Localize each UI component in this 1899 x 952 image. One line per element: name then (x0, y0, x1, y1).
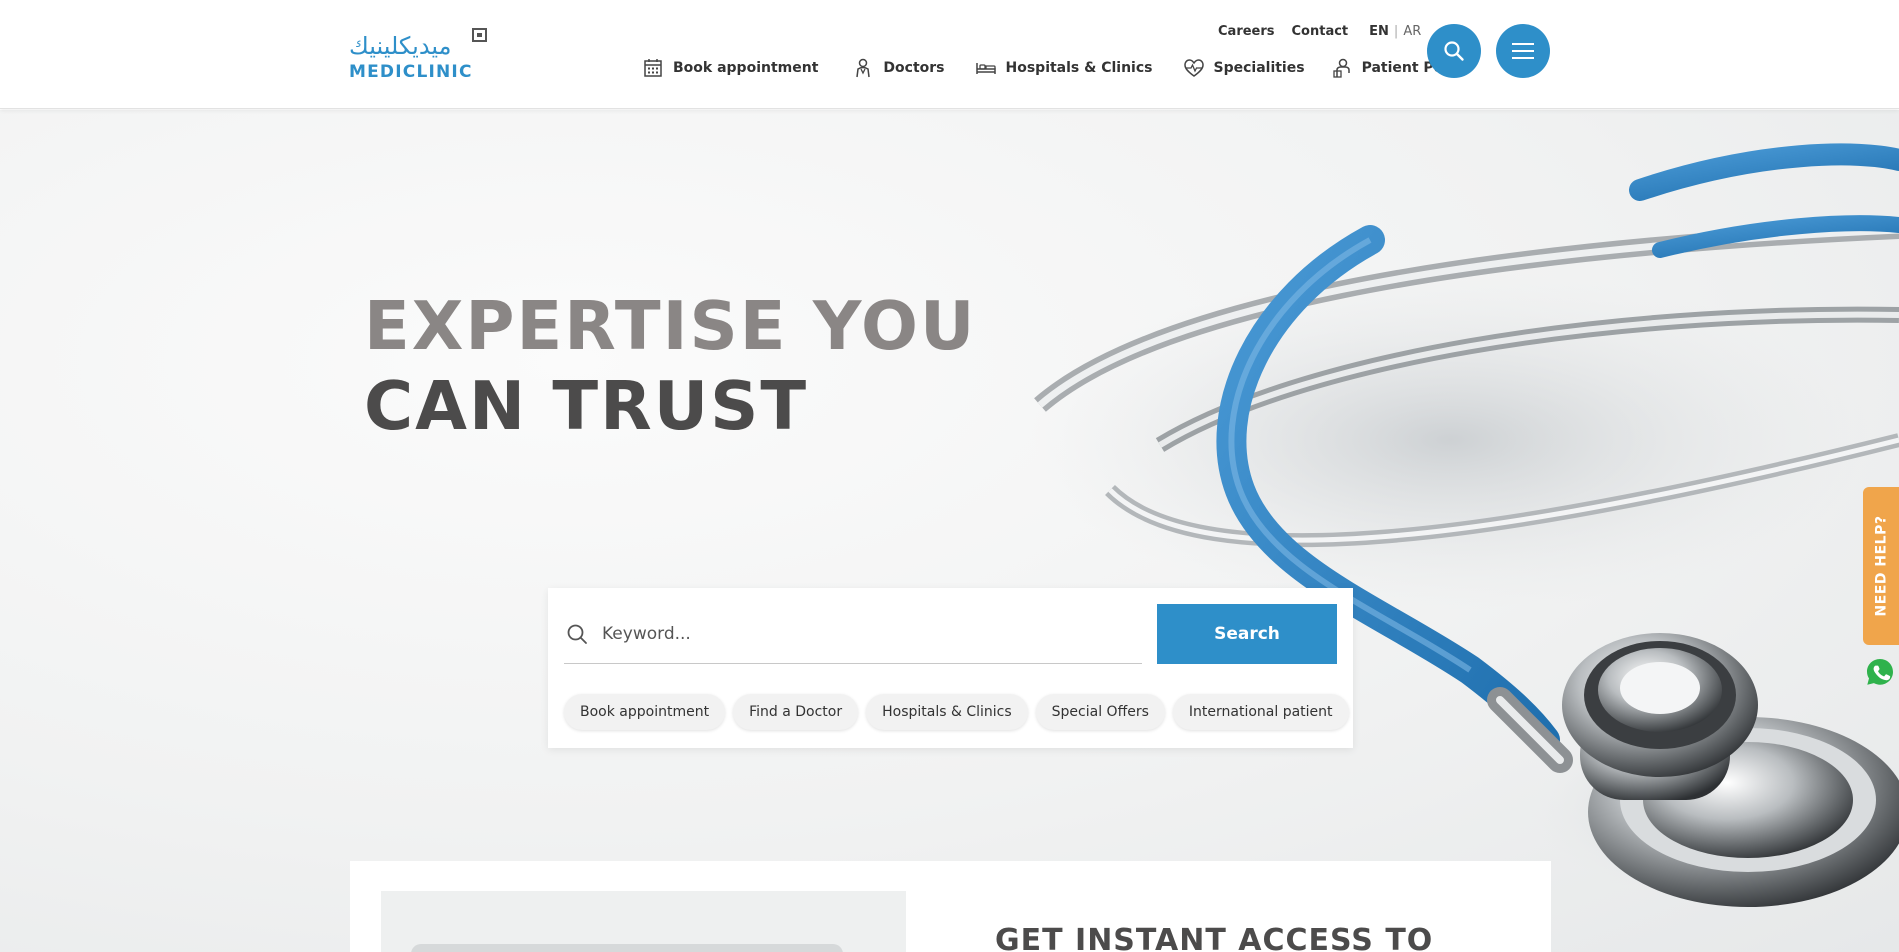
header-menu-button[interactable] (1496, 24, 1550, 78)
quick-link-special-offers[interactable]: Special Offers (1035, 694, 1165, 730)
keyword-search-field (564, 604, 1142, 664)
heart-pulse-icon (1183, 59, 1204, 77)
doctor-icon (856, 58, 871, 78)
instant-access-title: GET INSTANT ACCESS TO (995, 923, 1434, 952)
hero-search-panel: Search Book appointment Find a Doctor Ho… (548, 588, 1353, 748)
search-button[interactable]: Search (1157, 604, 1337, 664)
bed-icon (975, 63, 996, 74)
media-placeholder-bar (411, 944, 843, 952)
hero-section: EXPERTISE YOU CAN TRUST Search Book appo… (0, 110, 1899, 952)
quick-link-hospitals-clinics[interactable]: Hospitals & Clinics (866, 694, 1028, 730)
contact-link[interactable]: Contact (1292, 24, 1349, 39)
header-search-button[interactable] (1427, 24, 1481, 78)
quick-link-find-a-doctor[interactable]: Find a Doctor (733, 694, 859, 730)
language-en-link[interactable]: EN (1369, 24, 1389, 39)
hero-headline-line-2: CAN TRUST (364, 367, 809, 445)
quick-links: Book appointment Find a Doctor Hospitals… (564, 694, 1357, 730)
keyword-input[interactable] (602, 623, 1122, 644)
quick-link-book-appointment[interactable]: Book appointment (564, 694, 726, 730)
patient-portal-icon (1332, 58, 1350, 78)
search-icon (1444, 41, 1464, 61)
nav-item-label: Doctors (883, 60, 945, 76)
logo-english-text: MEDICLINIC (349, 62, 473, 82)
nav-item-specialities[interactable]: Specialities (1183, 57, 1305, 79)
need-help-label: NEED HELP? (1873, 515, 1890, 617)
language-separator: | (1393, 23, 1399, 39)
language-ar-link[interactable]: AR (1403, 24, 1421, 39)
calendar-icon (644, 59, 662, 77)
need-help-tab[interactable]: NEED HELP? (1863, 487, 1899, 645)
instant-access-media (381, 891, 906, 952)
logo-mark-icon (472, 28, 487, 42)
hamburger-menu-icon (1512, 43, 1534, 59)
nav-item-label: Hospitals & Clinics (1005, 60, 1153, 76)
nav-item-hospitals-clinics[interactable]: Hospitals & Clinics (975, 57, 1153, 79)
utility-links: Careers Contact EN | AR (1218, 22, 1421, 40)
nav-item-label: Book appointment (673, 60, 819, 76)
search-icon (567, 624, 587, 644)
main-nav: Book appointment Doctors Hospitals & Cli… (642, 57, 1471, 79)
instant-access-card: GET INSTANT ACCESS TO (350, 861, 1551, 952)
logo-arabic-text: ميديكلينيك (349, 32, 452, 60)
nav-item-doctors[interactable]: Doctors (852, 57, 945, 79)
whatsapp-icon[interactable] (1864, 656, 1896, 688)
quick-link-international-patient[interactable]: International patient (1172, 694, 1349, 730)
hero-headline: EXPERTISE YOU CAN TRUST (364, 286, 976, 446)
stethoscope-background-image (1030, 143, 1899, 907)
hero-headline-line-1: EXPERTISE YOU (364, 287, 977, 365)
nav-item-label: Specialities (1213, 60, 1305, 76)
mediclinic-logo[interactable]: ميديكلينيك MEDICLINIC (349, 26, 494, 84)
careers-link[interactable]: Careers (1218, 24, 1275, 39)
nav-item-book-appointment[interactable]: Book appointment (642, 57, 818, 79)
site-header: ميديكلينيك MEDICLINIC Careers Contact EN… (0, 0, 1899, 109)
